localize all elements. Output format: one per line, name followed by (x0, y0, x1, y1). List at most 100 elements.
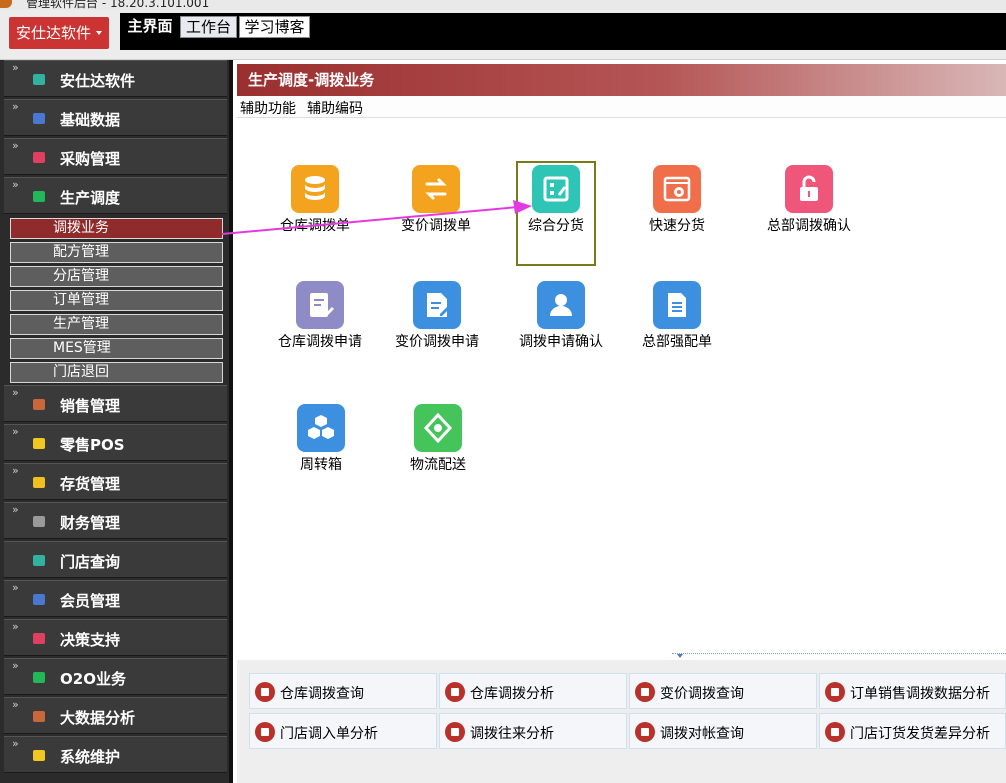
double-chevron-icon: » (12, 61, 19, 74)
tile-quick-allocation[interactable]: 快速分货 (617, 165, 737, 255)
sidebar-subitem-mes[interactable]: MES管理 (10, 338, 223, 359)
quick-link-order-sales-analysis[interactable]: 订单销售调拨数据分析 (819, 673, 1006, 709)
quick-link-warehouse-transfer-analysis[interactable]: 仓库调拨分析 (439, 673, 627, 709)
sidebar-item-inventory[interactable]: » 存货管理 (4, 463, 227, 500)
unlock-icon (785, 165, 833, 213)
module-icon (33, 672, 45, 683)
sidebar-item-members[interactable]: » 会员管理 (4, 580, 227, 617)
sidebar-item-retail-pos[interactable]: » 零售POS (4, 424, 227, 461)
sidebar-item-label: 会员管理 (60, 592, 121, 610)
quick-link-label: 门店调入单分析 (280, 726, 378, 742)
module-icon (33, 711, 45, 722)
helper-codes-menu[interactable]: 辅助编码 (307, 98, 363, 118)
tile-warehouse-transfer-request[interactable]: 仓库调拨申请 (260, 281, 380, 371)
quick-link-label: 门店订货发货差异分析 (850, 726, 990, 742)
recycle-icon (414, 404, 462, 452)
quick-link-label: 变价调拨查询 (660, 686, 744, 702)
module-icon (33, 516, 45, 527)
tile-hq-forced-allocation[interactable]: 总部强配单 (617, 281, 737, 371)
tile-label: 变价调拨单 (401, 218, 471, 234)
tile-hq-transfer-confirm[interactable]: 总部调拨确认 (749, 165, 869, 255)
sidebar-item-anshida[interactable]: » 安仕达软件 (4, 60, 227, 97)
tile-label: 总部调拨确认 (767, 218, 851, 234)
tile-logistics-delivery[interactable]: 物流配送 (378, 404, 498, 494)
tab-workbench[interactable]: 工作台 (180, 16, 237, 38)
brand-menu-button[interactable]: 安仕达软件 (9, 17, 109, 49)
user-icon (537, 281, 585, 329)
window-title: 管理软件后台 - 18.20.3.101.001 (26, 0, 210, 10)
double-chevron-icon: » (12, 698, 19, 711)
tile-transfer-request-confirm[interactable]: 调拨申请确认 (501, 281, 621, 371)
coins-stack-icon (291, 165, 339, 213)
note-pen-icon (296, 281, 344, 329)
sidebar-subitem-production[interactable]: 生产管理 (10, 314, 223, 335)
tile-label: 周转箱 (300, 457, 342, 473)
sidebar-item-label: 大数据分析 (60, 709, 136, 727)
sidebar-subitem-transfer[interactable]: 调拨业务 (10, 218, 223, 239)
quick-link-transfer-reconciliation[interactable]: 调拨对帐查询 (629, 713, 817, 749)
quick-link-label: 仓库调拨分析 (470, 686, 554, 702)
sidebar-item-store-query[interactable]: 门店查询 (4, 541, 227, 578)
tile-label: 物流配送 (410, 457, 466, 473)
sidebar-item-big-data[interactable]: » 大数据分析 (4, 697, 227, 734)
quick-link-store-inbound-analysis[interactable]: 门店调入单分析 (249, 713, 437, 749)
sidebar-item-purchasing[interactable]: » 采购管理 (4, 138, 227, 175)
quick-link-warehouse-transfer-query[interactable]: 仓库调拨查询 (249, 673, 437, 709)
tile-price-change-request[interactable]: 变价调拨申请 (377, 281, 497, 371)
pie-chart-icon (635, 682, 655, 702)
cubes-icon (297, 404, 345, 452)
sidebar-item-label: 基础数据 (60, 111, 121, 129)
sidebar-subitem-branch[interactable]: 分店管理 (10, 266, 223, 287)
double-chevron-icon: » (12, 100, 19, 113)
tile-label: 调拨申请确认 (519, 334, 603, 350)
sidebar-item-basic-data[interactable]: » 基础数据 (4, 99, 227, 136)
tab-main[interactable]: 主界面 (120, 16, 180, 38)
quick-link-label: 订单销售调拨数据分析 (850, 686, 990, 702)
content-splitter[interactable] (672, 653, 1006, 658)
tile-warehouse-transfer[interactable]: 仓库调拨单 (255, 165, 375, 255)
sidebar-item-system[interactable]: » 系统维护 (4, 736, 227, 773)
sidebar-subitem-recipe[interactable]: 配方管理 (10, 242, 223, 263)
tab-learning-blog[interactable]: 学习博客 (239, 16, 310, 38)
sidebar-item-label: 销售管理 (60, 397, 121, 415)
sidebar-item-decision-support[interactable]: » 决策支持 (4, 619, 227, 656)
quick-links-panel: 仓库调拨查询 仓库调拨分析 变价调拨查询 订单销售调拨数据分析 门店调入单分析 … (237, 660, 1006, 783)
helper-functions-menu[interactable]: 辅助功能 (240, 98, 296, 118)
quick-link-transfer-dealings-analysis[interactable]: 调拨往来分析 (439, 713, 627, 749)
sidebar-item-finance[interactable]: » 财务管理 (4, 502, 227, 539)
quick-link-price-change-query[interactable]: 变价调拨查询 (629, 673, 817, 709)
double-chevron-icon: » (12, 737, 19, 750)
report-icon (825, 722, 845, 742)
sidebar-item-o2o[interactable]: » O2O业务 (4, 658, 227, 695)
sidebar-item-sales[interactable]: » 销售管理 (4, 385, 227, 422)
quick-link-label: 调拨对帐查询 (660, 726, 744, 742)
exchange-arrows-icon (412, 165, 460, 213)
module-icon (33, 74, 45, 85)
sidebar-item-label: 安仕达软件 (60, 72, 136, 90)
module-icon (33, 555, 45, 566)
sidebar-item-label: O2O业务 (60, 670, 126, 688)
module-icon (33, 750, 45, 761)
tile-label: 仓库调拨单 (280, 218, 350, 234)
quick-link-store-order-shipment-diff[interactable]: 门店订货发货差异分析 (819, 713, 1006, 749)
tile-label: 总部强配单 (642, 334, 712, 350)
tile-price-change-transfer[interactable]: 变价调拨单 (376, 165, 496, 255)
double-chevron-icon: » (12, 425, 19, 438)
caret-down-icon (677, 654, 683, 658)
tile-turnover-box[interactable]: 周转箱 (261, 404, 381, 494)
tile-label: 快速分货 (649, 218, 705, 234)
tile-label: 综合分货 (528, 218, 584, 234)
sidebar-item-label: 零售POS (60, 436, 125, 454)
double-chevron-icon: » (12, 620, 19, 633)
sidebar-subitem-orders[interactable]: 订单管理 (10, 290, 223, 311)
module-icon (33, 477, 45, 488)
sidebar-item-label: 采购管理 (60, 150, 121, 168)
helper-toolbar: 辅助功能 辅助编码 (237, 96, 1006, 118)
module-icon (33, 399, 45, 410)
module-icon (33, 438, 45, 449)
tile-comprehensive-allocation[interactable]: 综合分货 (516, 161, 596, 266)
tile-label: 仓库调拨申请 (278, 334, 362, 350)
sidebar-subitem-store-return[interactable]: 门店退回 (10, 362, 223, 383)
sidebar-item-production[interactable]: » 生产调度 (4, 177, 227, 214)
module-icon (33, 633, 45, 644)
